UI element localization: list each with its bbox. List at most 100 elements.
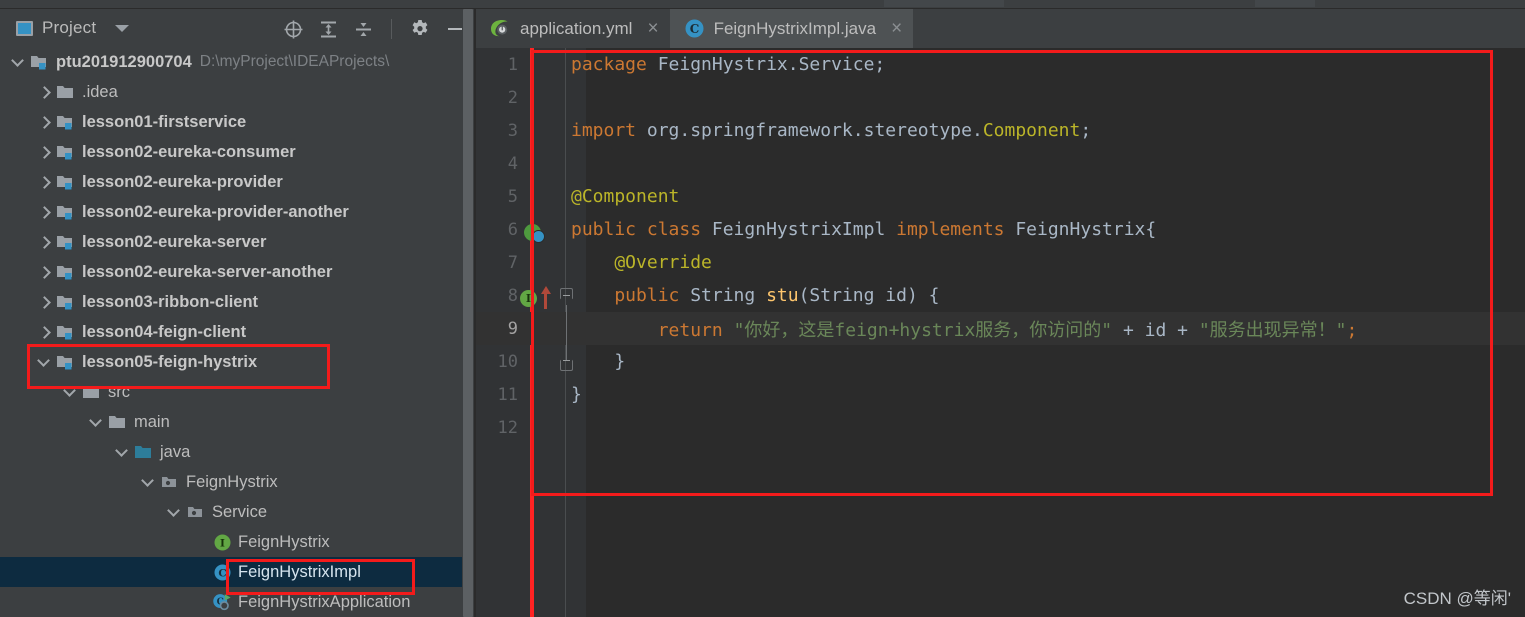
code-text: @Component	[571, 186, 679, 207]
tree-row[interactable]: java	[0, 437, 476, 467]
code-token: FeignHystrix{	[1004, 219, 1157, 240]
code-token: package	[571, 54, 647, 75]
chevron-down-icon[interactable]	[38, 355, 52, 369]
tree-row-label: Service	[212, 502, 268, 521]
spring-bean-gutter-icon[interactable]	[524, 224, 545, 244]
line-number: 8	[507, 285, 518, 306]
chevron-down-icon[interactable]	[168, 505, 182, 519]
tree-row[interactable]: C FeignHystrixApplication	[0, 587, 476, 617]
tree-row-label: FeignHystrix	[186, 472, 278, 491]
code-line-current[interactable]: 9 return "你好，这是feign+hystrix服务，你访问的" + i…	[476, 312, 1525, 345]
code-text: return "你好，这是feign+hystrix服务，你访问的" + id …	[571, 316, 1358, 342]
chevron-down-icon[interactable]	[142, 475, 156, 489]
close-icon[interactable]: ×	[891, 19, 902, 38]
module-folder-icon	[56, 203, 76, 221]
tree-row[interactable]: lesson04-feign-client	[0, 317, 476, 347]
tree-row[interactable]: lesson03-ribbon-client	[0, 287, 476, 317]
code-token: public	[571, 285, 680, 306]
chevron-right-icon[interactable]	[38, 325, 52, 339]
collapse-all-icon[interactable]	[352, 18, 374, 40]
chevron-right-icon[interactable]	[38, 205, 52, 219]
tree-row[interactable]: lesson02-eureka-server	[0, 227, 476, 257]
code-token: return	[571, 319, 723, 341]
project-tree[interactable]: ptu201912900704 D:\myProject\IDEAProjects…	[0, 47, 476, 617]
chevron-right-icon[interactable]	[38, 145, 52, 159]
java-runnable-class-icon: C	[212, 593, 232, 611]
svg-text:C: C	[218, 567, 226, 579]
module-folder-icon	[56, 323, 76, 341]
chevron-down-icon[interactable]	[116, 445, 130, 459]
tree-row[interactable]: I FeignHystrix	[0, 527, 476, 557]
scrollbar-thumb[interactable]	[463, 9, 473, 617]
tree-row-label: lesson02-eureka-server-another	[82, 262, 333, 281]
tree-row[interactable]: .idea	[0, 77, 476, 107]
line-number: 11	[497, 384, 518, 405]
module-folder-icon	[30, 53, 50, 71]
tree-row[interactable]: lesson02-eureka-consumer	[0, 137, 476, 167]
tree-row[interactable]: Service	[0, 497, 476, 527]
tree-row-path: D:\myProject\IDEAProjects\	[199, 53, 390, 70]
code-line[interactable]: 7 @Override	[476, 246, 1525, 279]
code-line[interactable]: 5 @Component	[476, 180, 1525, 213]
package-icon	[160, 473, 180, 491]
tree-row[interactable]: lesson02-eureka-provider	[0, 167, 476, 197]
code-editor[interactable]: 1 package FeignHystrix.Service; 2 3 import o…	[476, 48, 1525, 617]
code-token: }	[571, 384, 582, 405]
code-line[interactable]: 3 import org.springframework.stereotype.C…	[476, 114, 1525, 147]
editor-area: application.yml × C FeignHystrixImpl.jav…	[476, 9, 1525, 617]
close-icon[interactable]: ×	[647, 19, 658, 38]
code-lines[interactable]: 1 package FeignHystrix.Service; 2 3 import o…	[476, 48, 1525, 617]
code-line[interactable]: 8 public String stu(String id) {	[476, 279, 1525, 312]
tree-row[interactable]: FeignHystrix	[0, 467, 476, 497]
code-line[interactable]: 10 }	[476, 345, 1525, 378]
tree-row-label: .idea	[82, 82, 118, 101]
code-token: +	[1112, 319, 1145, 341]
code-line[interactable]: 1 package FeignHystrix.Service;	[476, 48, 1525, 81]
folder-icon	[108, 413, 128, 431]
project-panel-title-group[interactable]: Project	[16, 18, 130, 38]
code-text: public class FeignHystrixImpl implements…	[571, 219, 1156, 240]
chevron-down-icon[interactable]	[90, 415, 104, 429]
tree-row[interactable]: ptu201912900704 D:\myProject\IDEAProjects…	[0, 47, 476, 77]
tree-row[interactable]: main	[0, 407, 476, 437]
chevron-right-icon[interactable]	[38, 175, 52, 189]
code-line[interactable]: 6 public class FeignHystrixImpl implement…	[476, 213, 1525, 246]
editor-tab-feignhystriximpl-java[interactable]: C FeignHystrixImpl.java ×	[669, 9, 914, 48]
tree-row[interactable]: lesson05-feign-hystrix	[0, 347, 476, 377]
chevron-right-icon[interactable]	[38, 295, 52, 309]
code-token: @Component	[571, 186, 680, 207]
code-line[interactable]: 12	[476, 411, 1525, 444]
idea-window: Project ptu201912900704 D:\myProject\IDE…	[0, 0, 1525, 617]
settings-gear-icon[interactable]	[409, 18, 431, 40]
tree-row[interactable]: src	[0, 377, 476, 407]
chevron-right-icon[interactable]	[38, 235, 52, 249]
chevron-down-icon[interactable]	[115, 24, 130, 32]
expand-all-icon[interactable]	[317, 18, 339, 40]
chevron-right-icon[interactable]	[38, 85, 52, 99]
project-tree-scrollbar[interactable]	[462, 9, 474, 617]
chevron-right-icon[interactable]	[38, 265, 52, 279]
code-text: package FeignHystrix.Service;	[571, 54, 885, 75]
code-line[interactable]: 2	[476, 81, 1525, 114]
code-token: id	[1144, 319, 1167, 341]
tree-row[interactable]: lesson01-firstservice	[0, 107, 476, 137]
code-token: import	[571, 120, 637, 141]
locate-in-tree-icon[interactable]	[282, 18, 304, 40]
implementing-method-gutter-icon[interactable]: I	[520, 286, 551, 310]
module-folder-icon	[56, 353, 76, 371]
cut-off-toolbar-strip	[0, 0, 1525, 9]
code-token: stu	[766, 285, 799, 306]
module-folder-icon	[56, 113, 76, 131]
tree-row[interactable]: lesson02-eureka-provider-another	[0, 197, 476, 227]
code-token: org.springframework.stereotype.	[636, 120, 983, 141]
chevron-down-icon[interactable]	[64, 385, 78, 399]
editor-tab-application-yml[interactable]: application.yml ×	[476, 9, 670, 48]
code-line[interactable]: 11}	[476, 378, 1525, 411]
tree-row-selected[interactable]: C FeignHystrixImpl	[0, 557, 476, 587]
chevron-down-icon[interactable]	[12, 55, 26, 69]
project-panel-header: Project	[0, 9, 476, 47]
chevron-right-icon[interactable]	[38, 115, 52, 129]
tree-row[interactable]: lesson02-eureka-server-another	[0, 257, 476, 287]
code-line[interactable]: 4	[476, 147, 1525, 180]
